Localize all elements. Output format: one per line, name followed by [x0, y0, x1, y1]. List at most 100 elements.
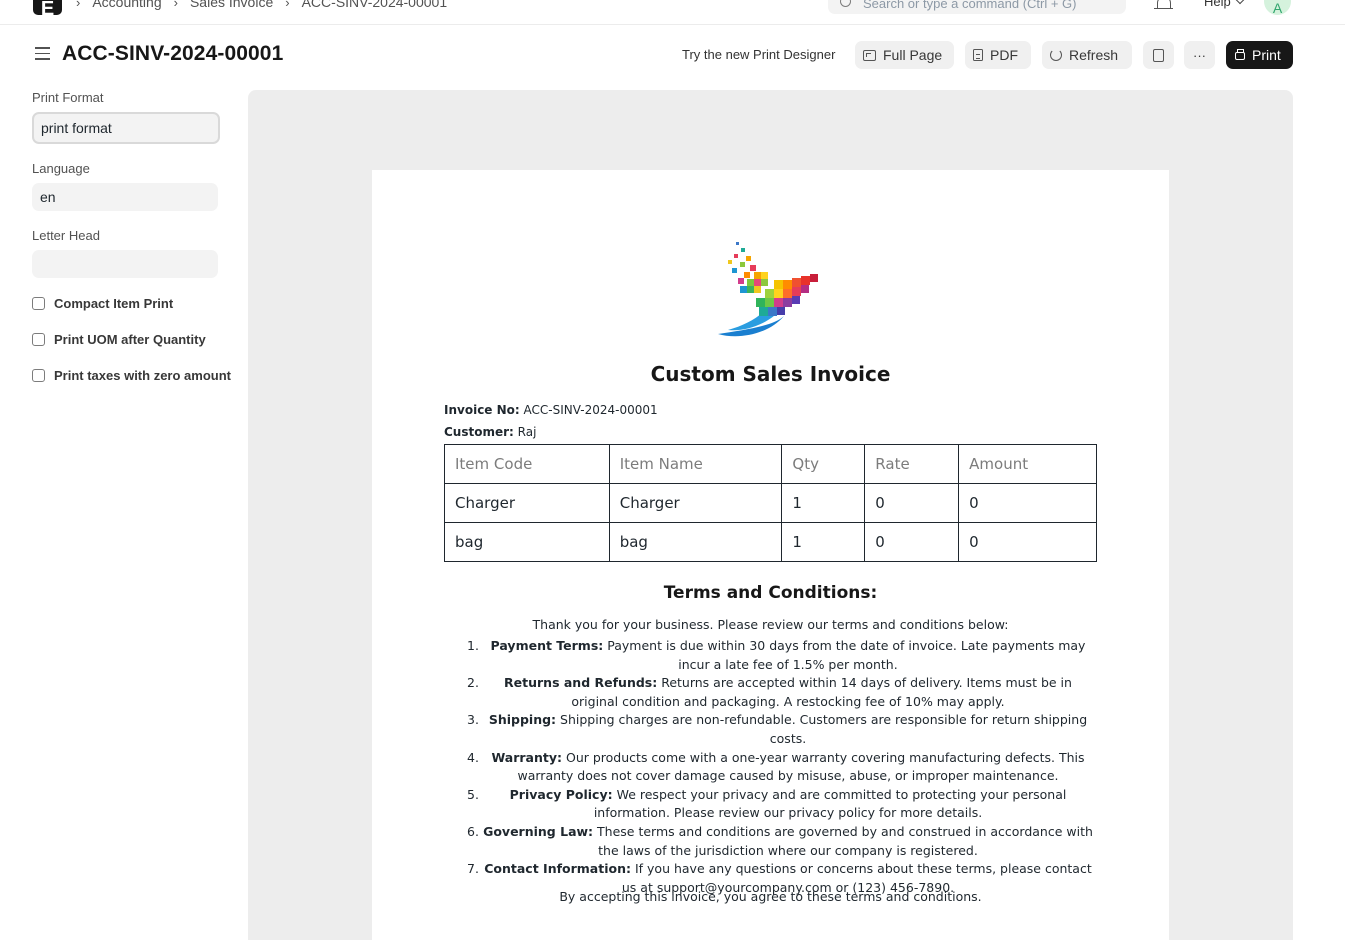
app-logo[interactable]: E [33, 0, 62, 20]
table-cell: Charger [608, 483, 783, 523]
document-icon [1153, 48, 1164, 62]
table-cell: 0 [958, 483, 1097, 523]
table-header-row: Item Code Item Name Qty Rate Amount [444, 444, 1097, 484]
search-icon [840, 0, 851, 7]
company-bird-logo [718, 242, 818, 337]
list-number: 5. [467, 786, 479, 802]
term-text: We respect your privacy and are committe… [593, 786, 1067, 821]
top-navbar: E › Accounting › Sales Invoice › ACC-SIN… [0, 0, 1345, 25]
invoice-title: Custom Sales Invoice [650, 362, 891, 386]
print-uom-label: Print UOM after Quantity [54, 332, 206, 347]
refresh-button[interactable]: Refresh [1042, 41, 1132, 69]
list-number: 6. [467, 823, 479, 839]
print-taxes-zero-checkbox-row[interactable]: Print taxes with zero amount [32, 368, 242, 383]
list-number: 1. [467, 638, 479, 653]
chevron-right-icon: › [76, 0, 81, 10]
compact-item-print-label: Compact Item Print [54, 296, 174, 311]
breadcrumb: › Accounting › Sales Invoice › ACC-SINV-… [76, 0, 459, 10]
terms-intro: Thank you for your business. Please revi… [532, 617, 1009, 632]
invoice-number-value: ACC-SINV-2024-00001 [523, 403, 658, 417]
print-uom-checkbox-row[interactable]: Print UOM after Quantity [32, 332, 242, 347]
notification-bell-icon[interactable] [1154, 0, 1173, 9]
compact-item-print-checkbox-row[interactable]: Compact Item Print [32, 296, 242, 311]
print-label: Print [1252, 47, 1281, 63]
list-item: 6. Governing Law: These terms and conditi… [467, 823, 1097, 860]
term-title: Contact Information: [484, 861, 631, 877]
term-title: Governing Law: [483, 823, 594, 839]
table-cell: bag [608, 522, 783, 562]
term-title: Returns and Refunds: [504, 675, 658, 691]
new-document-button[interactable] [1143, 41, 1174, 69]
invoice-number: Invoice No: ACC-SINV-2024-00001 [444, 403, 658, 417]
help-label: Help [1204, 0, 1231, 9]
print-format-field[interactable]: print format [32, 112, 220, 144]
refresh-label: Refresh [1069, 47, 1119, 63]
avatar[interactable]: A [1264, 0, 1291, 16]
column-header: Rate [864, 444, 960, 484]
list-item: 2. Returns and Refunds: Returns are accep… [467, 674, 1097, 711]
chevron-right-icon: › [285, 0, 290, 10]
term-title: Privacy Policy: [509, 786, 613, 802]
search-input[interactable]: Search or type a command (Ctrl + G) [828, 0, 1126, 14]
chevron-down-icon [1235, 0, 1244, 5]
list-item: 5. Privacy Policy: We respect your privac… [467, 786, 1097, 823]
table-row: bag bag 1 0 0 [444, 522, 1097, 562]
pdf-label: PDF [990, 47, 1018, 63]
full-page-icon [863, 49, 876, 61]
table-cell: 0 [958, 522, 1097, 562]
hamburger-menu-icon[interactable] [35, 47, 50, 61]
list-number: 4. [467, 749, 479, 765]
breadcrumb-accounting[interactable]: Accounting [92, 0, 161, 10]
terms-title: Terms and Conditions: [663, 583, 878, 603]
table-cell: 0 [864, 483, 960, 523]
breadcrumb-current[interactable]: ACC-SINV-2024-00001 [302, 0, 448, 10]
print-designer-link[interactable]: Try the new Print Designer [682, 47, 835, 62]
print-format-label: Print Format [32, 90, 104, 105]
term-text: Payment is due within 30 days from the d… [603, 638, 1086, 672]
table-cell: 1 [781, 522, 866, 562]
more-icon: ··· [1193, 47, 1206, 63]
customer-value: Raj [517, 425, 537, 439]
print-button[interactable]: Print [1226, 41, 1293, 69]
list-item: 3. Shipping: Shipping charges are non-ref… [467, 711, 1097, 748]
invoice-number-label: Invoice No: [444, 403, 520, 417]
full-page-button[interactable]: Full Page [855, 41, 954, 69]
table-cell: 1 [781, 483, 866, 523]
language-field[interactable]: en [32, 183, 218, 211]
terms-outro: By accepting this invoice, you agree to … [559, 889, 982, 904]
customer-label: Customer: [444, 425, 514, 439]
customer-info: Customer: Raj [444, 425, 536, 439]
print-preview-area: Custom Sales Invoice Invoice No: ACC-SIN… [248, 90, 1293, 940]
term-text: Our products come with a one-year warran… [517, 749, 1085, 784]
print-taxes-zero-label: Print taxes with zero amount [54, 368, 231, 383]
full-page-label: Full Page [883, 47, 943, 63]
invoice-page: Custom Sales Invoice Invoice No: ACC-SIN… [372, 170, 1169, 940]
term-text: These terms and conditions are governed … [593, 823, 1093, 858]
term-title: Payment Terms: [490, 638, 604, 653]
print-taxes-zero-checkbox[interactable] [32, 369, 45, 382]
help-dropdown[interactable]: Help [1204, 0, 1244, 9]
more-options-button[interactable]: ··· [1184, 41, 1215, 69]
term-text: Shipping charges are non-refundable. Cus… [556, 712, 1088, 746]
language-label: Language [32, 161, 90, 176]
pdf-button[interactable]: PDF [965, 41, 1031, 69]
chevron-right-icon: › [173, 0, 178, 10]
list-number: 2. [467, 675, 479, 691]
search-placeholder: Search or type a command (Ctrl + G) [863, 0, 1077, 11]
term-title: Warranty: [491, 749, 563, 765]
pdf-icon [973, 49, 983, 61]
print-uom-checkbox[interactable] [32, 333, 45, 346]
list-item: 1. Payment Terms: Payment is due within 3… [467, 637, 1097, 674]
letter-head-label: Letter Head [32, 228, 100, 243]
items-table: Item Code Item Name Qty Rate Amount Char… [444, 444, 1097, 562]
table-cell: Charger [444, 483, 610, 523]
page-title: ACC-SINV-2024-00001 [62, 42, 284, 65]
column-header: Item Name [608, 444, 783, 484]
breadcrumb-sales-invoice[interactable]: Sales Invoice [190, 0, 273, 10]
column-header: Item Code [444, 444, 610, 484]
printer-icon [1235, 49, 1245, 60]
compact-item-print-checkbox[interactable] [32, 297, 45, 310]
list-number: 7. [467, 861, 479, 877]
letter-head-field[interactable] [32, 250, 218, 278]
list-number: 3. [467, 712, 479, 728]
